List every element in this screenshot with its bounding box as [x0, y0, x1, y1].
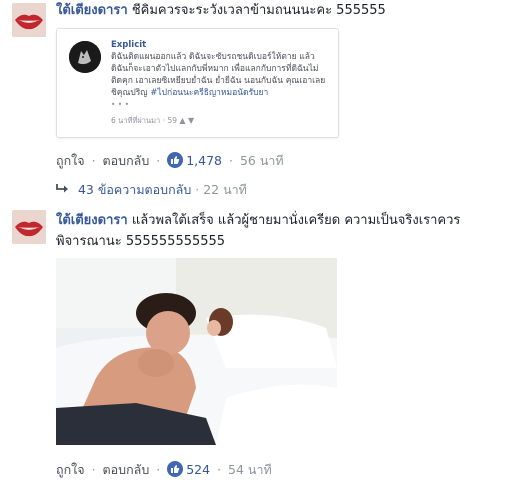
like-reaction-icon[interactable]: [167, 152, 184, 168]
comment-author[interactable]: ใต้เตียงดารา: [56, 3, 128, 18]
embed-hashtag: #ไปก่อนนะครีธิญาหมอนัดรับยา: [150, 88, 269, 98]
embed-likes: 59: [167, 116, 177, 125]
comment-author[interactable]: ใต้เตียงดารา: [56, 213, 128, 228]
wolf-icon: [69, 41, 101, 73]
comment-text: ชีคิมควรจะระวังเวลาข้ามถนนนะคะ 555555: [131, 3, 386, 18]
comment-photo[interactable]: [56, 258, 337, 445]
like-count[interactable]: 524: [186, 462, 210, 477]
thumbs-up-icon: ▲: [179, 116, 186, 125]
lips-icon: [12, 210, 46, 244]
embedded-screenshot[interactable]: Explicit ดิฉันติดแผนออกแล้ว ดิฉันจะซับรถ…: [56, 28, 339, 138]
commenter-avatar[interactable]: [12, 210, 46, 244]
embed-avatar: [69, 41, 101, 73]
embed-author: Explicit: [111, 40, 147, 50]
like-button[interactable]: ถูกใจ: [56, 153, 85, 168]
like-button[interactable]: ถูกใจ: [56, 462, 85, 477]
commenter-avatar[interactable]: [12, 3, 46, 37]
reply-button[interactable]: ตอบกลับ: [103, 153, 150, 168]
comment-body: ใต้เตียงดารา แล้วพลใต้เสร็จ แล้วผู้ชายมา…: [56, 211, 506, 252]
thumbs-down-icon: ▼: [187, 116, 195, 125]
comment-time[interactable]: 54 นาที: [228, 462, 272, 477]
embed-text: ดิฉันติดแผนออกแล้ว ดิฉันจะซับรถชนดิเบอร์…: [111, 52, 326, 98]
like-reaction-icon[interactable]: [167, 461, 184, 477]
comment-body: ใต้เตียงดารา ชีคิมควรจะระวังเวลาข้ามถนนน…: [56, 1, 506, 21]
reply-arrow-icon: [56, 182, 74, 197]
like-count[interactable]: 1,478: [186, 153, 222, 168]
comment-time[interactable]: 56 นาที: [240, 153, 284, 168]
comment-text-line2: พิจารณานะ 555555555555: [56, 234, 226, 249]
replies-time: 22 นาที: [203, 182, 247, 197]
comment-actions: ถูกใจ · ตอบกลับ · 524 · 54 นาที: [56, 461, 272, 477]
lips-icon: [12, 3, 46, 37]
reply-button[interactable]: ตอบกลับ: [103, 462, 150, 477]
embed-time: 6 นาทีที่ผ่านมา: [111, 116, 161, 125]
embed-meta: 6 นาทีที่ผ่านมา · 59 ▲ ▼: [111, 116, 195, 125]
embed-more: • • •: [111, 100, 130, 109]
comment-text-line1: แล้วพลใต้เสร็จ แล้วผู้ชายมานั่งเครียด คว…: [131, 213, 461, 228]
comment-actions: ถูกใจ · ตอบกลับ · 1,478 · 56 นาที: [56, 152, 284, 168]
bedroom-photo-image: [56, 258, 337, 445]
replies-count[interactable]: 43 ข้อความตอบกลับ: [78, 182, 191, 197]
view-replies[interactable]: 43 ข้อความตอบกลับ · 22 นาที: [56, 180, 247, 200]
